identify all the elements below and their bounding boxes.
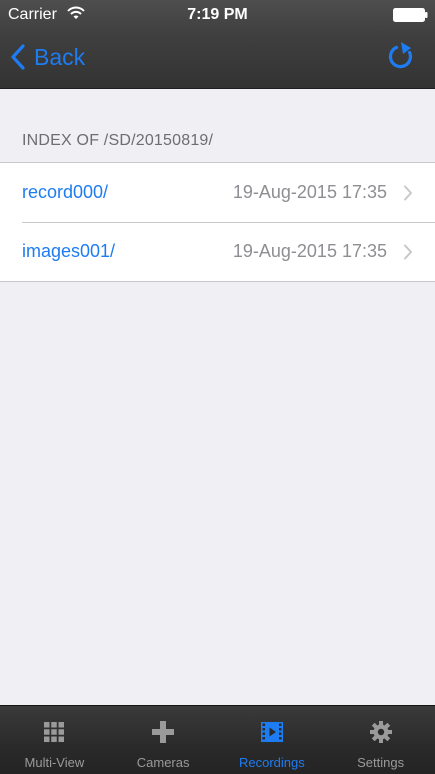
tab-label: Recordings [238,755,305,770]
gear-icon [369,721,392,743]
film-icon [260,722,283,742]
tab-label: Settings [357,755,405,770]
chevron-right-icon [404,185,412,201]
item-name: images001/ [22,241,116,261]
refresh-icon[interactable] [384,40,418,74]
tab-label: Cameras [136,755,190,770]
plus-icon [152,721,175,743]
directory-list: record000/ 19-Aug-2015 17:35 images001/ … [0,162,435,282]
tab-label: Multi-View [24,755,85,770]
back-button[interactable]: Back [10,40,85,74]
item-name: record000/ [22,182,109,202]
tab-recordings[interactable]: Recordings [218,706,327,774]
tab-multi-view[interactable]: Multi-View [0,706,109,774]
chevron-left-icon [11,44,25,70]
status-time: 7:19 PM [187,6,248,23]
list-item[interactable]: images001/ 19-Aug-2015 17:35 [0,222,435,281]
item-date: 19-Aug-2015 17:35 [232,241,387,261]
tab-settings[interactable]: Settings [326,706,435,774]
grid-icon [44,722,65,742]
item-date: 19-Aug-2015 17:35 [232,182,387,202]
section-header: INDEX OF /SD/20150819/ [22,132,214,149]
tab-cameras[interactable]: Cameras [109,706,218,774]
battery-icon [393,8,428,22]
header-bar: Carrier 7:19 PM Back [0,0,435,89]
list-item[interactable]: record000/ 19-Aug-2015 17:35 [0,163,435,222]
back-label: Back [34,43,86,70]
tab-bar: Multi-View Cameras Recordings Settings [0,705,435,774]
chevron-right-icon [404,244,412,260]
